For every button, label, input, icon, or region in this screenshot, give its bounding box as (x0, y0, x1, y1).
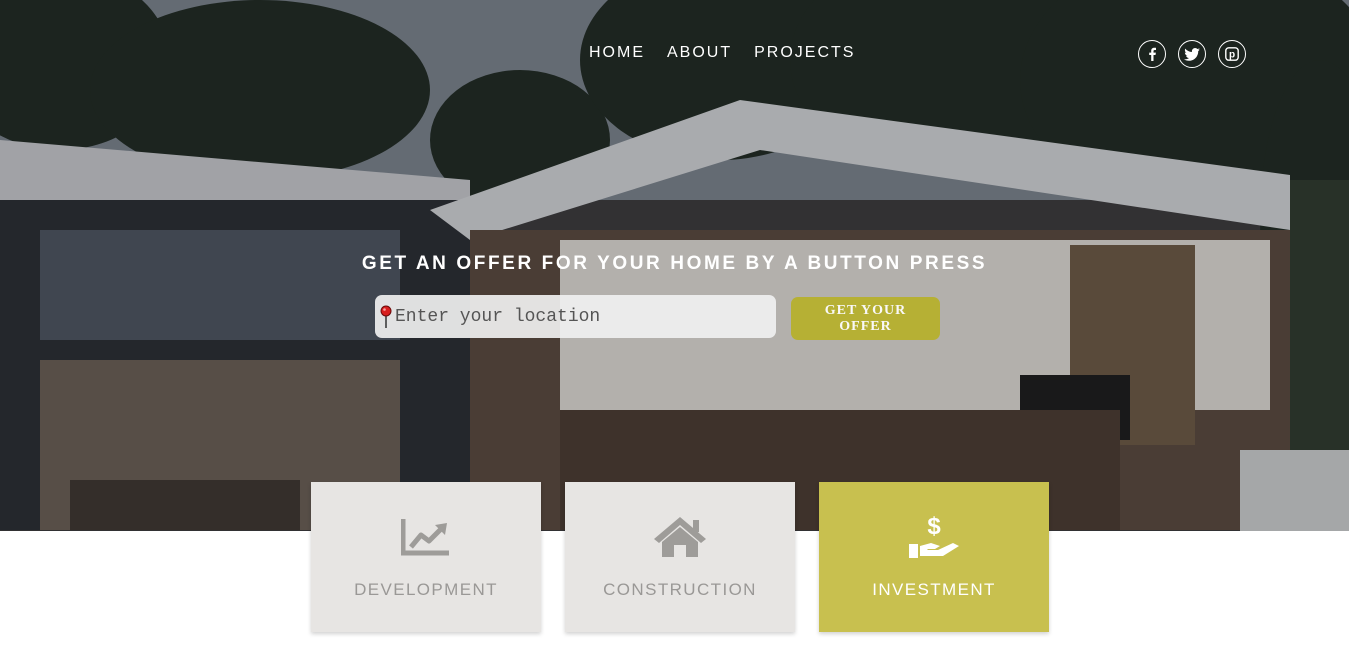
nav-about[interactable]: ABOUT (667, 44, 732, 62)
house-icon (652, 512, 708, 562)
card-label: CONSTRUCTION (603, 580, 757, 599)
pinterest-icon[interactable]: p (1218, 40, 1246, 68)
main-nav: HOME ABOUT PROJECTS (589, 44, 877, 62)
card-investment[interactable]: $ INVESTMENT (819, 482, 1049, 632)
get-offer-button[interactable]: GET YOUR OFFER (791, 297, 940, 340)
location-input[interactable] (393, 306, 765, 327)
card-label: DEVELOPMENT (354, 580, 498, 599)
nav-projects[interactable]: PROJECTS (754, 44, 855, 62)
nav-home[interactable]: HOME (589, 44, 645, 62)
location-search (375, 295, 776, 338)
svg-text:p: p (1229, 50, 1235, 61)
hand-dollar-icon: $ (907, 512, 961, 562)
card-label: INVESTMENT (872, 580, 996, 599)
card-development[interactable]: DEVELOPMENT (311, 482, 541, 632)
card-construction[interactable]: CONSTRUCTION (565, 482, 795, 632)
chart-line-icon (401, 512, 451, 562)
map-pin-icon (379, 305, 393, 329)
hero-headline: GET AN OFFER FOR YOUR HOME BY A BUTTON P… (361, 253, 988, 274)
facebook-icon[interactable] (1138, 40, 1166, 68)
svg-text:$: $ (927, 513, 941, 540)
twitter-icon[interactable] (1178, 40, 1206, 68)
hero-banner: HOME ABOUT PROJECTS p GET AN OFFER FOR Y… (0, 0, 1349, 531)
social-links: p (1138, 40, 1246, 68)
